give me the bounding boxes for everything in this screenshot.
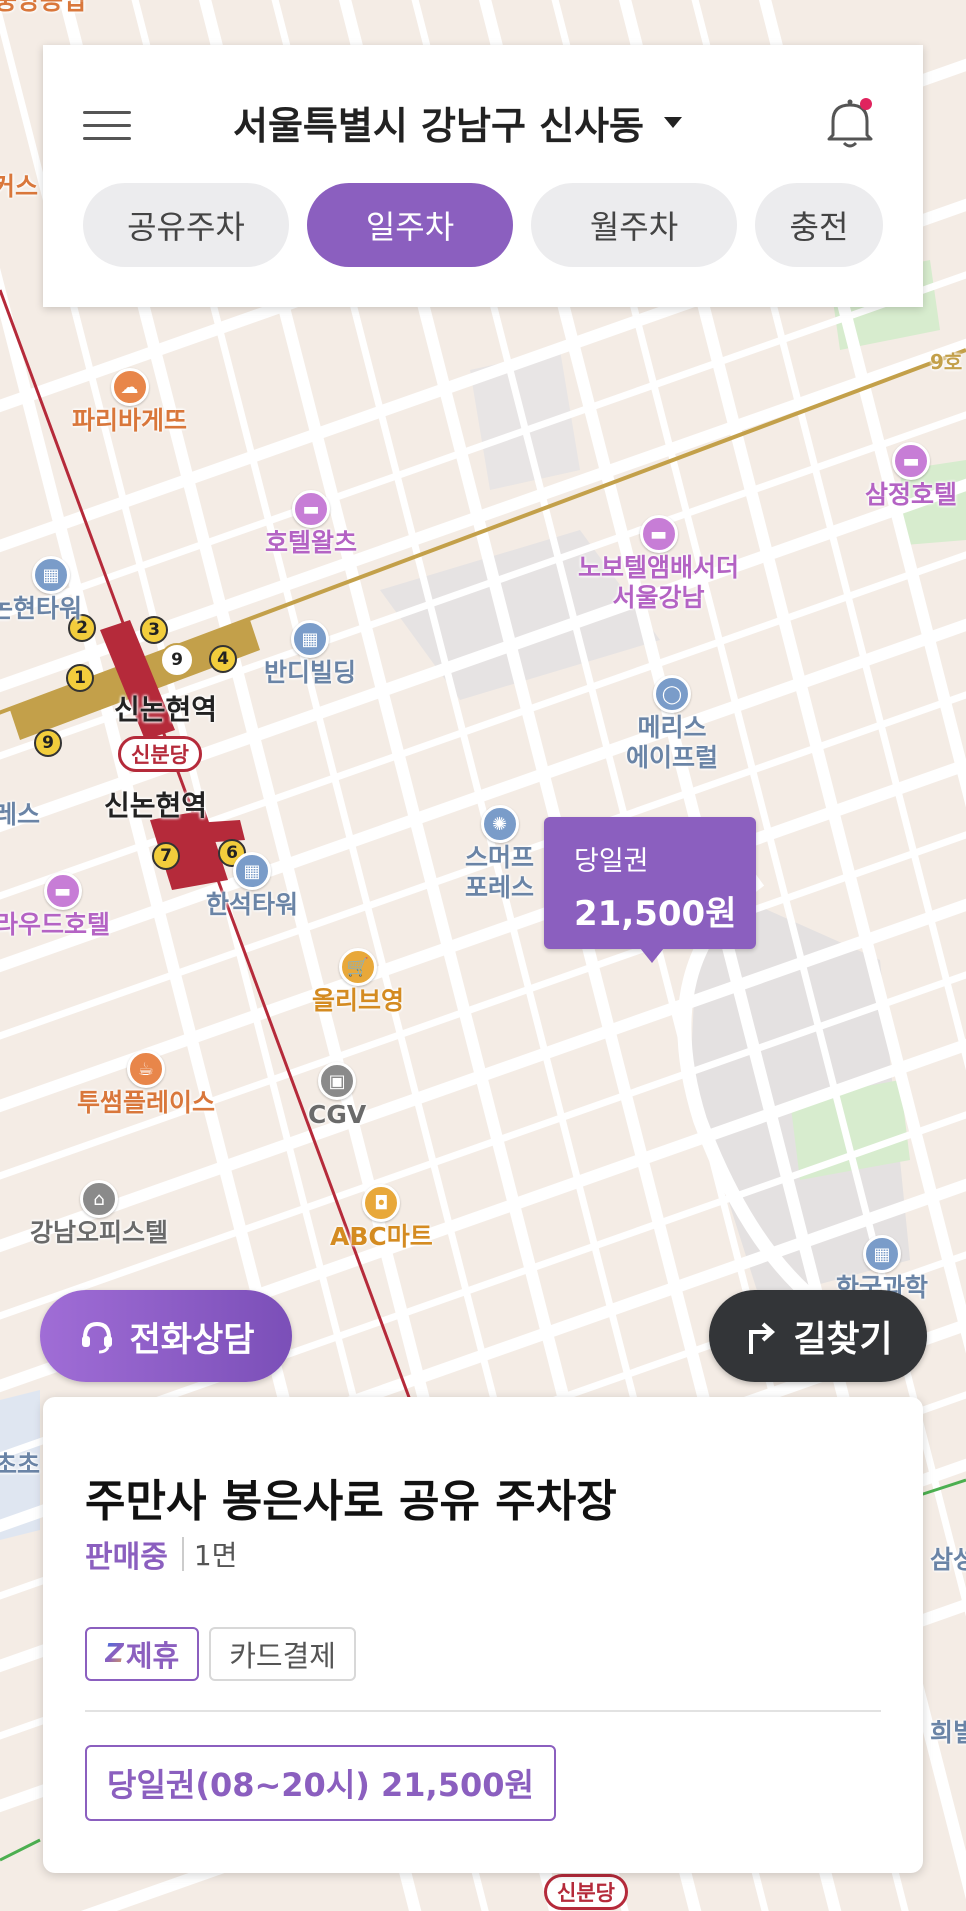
poi-novotel[interactable]: ▬ 노보텔앰배서더 서울강남 [578, 515, 739, 613]
poi-paris-baguette[interactable]: ☁ 파리바게뜨 [72, 368, 187, 436]
directions-button[interactable]: 길찾기 [709, 1290, 927, 1382]
location-selector[interactable]: 서울특별시 강남구 신사동 [233, 95, 683, 150]
poi-meris-april[interactable]: ◯ 메리스 에이프럴 [626, 675, 718, 773]
map-label-edge: 초초 [0, 1450, 41, 1479]
bakery-icon: ☁ [110, 368, 149, 406]
map-label-edge: 커스 [0, 172, 39, 201]
tag-list: Z 제휴 카드결제 [85, 1627, 356, 1681]
hotel-icon: ▬ [43, 872, 82, 910]
daily-ticket-option[interactable]: 당일권(08~20시) 21,500원 [85, 1745, 556, 1821]
poi-hanseok-tower[interactable]: ▦ 한석타워 [206, 852, 298, 920]
station-exit-badge: 7 [152, 842, 180, 870]
popcorn-icon: ▣ [318, 1062, 357, 1100]
poi-cloud-hotel[interactable]: ▬ 라우드호텔 [0, 872, 110, 940]
divider [85, 1710, 881, 1712]
parking-lot-info-card[interactable]: 주만사 봉은사로 공유 주차장 판매중 1면 Z 제휴 카드결제 당일권(08~… [43, 1397, 923, 1873]
hamburger-menu-icon[interactable] [83, 107, 131, 143]
poi-abc-mart[interactable]: ◘ ABC마트 [330, 1184, 433, 1252]
phone-consult-button[interactable]: 전화상담 [40, 1290, 292, 1382]
parking-price-marker[interactable]: 당일권 21,500원 [544, 817, 756, 963]
turn-right-arrow-icon [749, 1322, 776, 1354]
ring-icon: ◯ [653, 675, 691, 713]
status-divider [181, 1537, 184, 1571]
station-label-upper: 신논현역 [114, 693, 218, 726]
station-exit-badge: 9 [34, 729, 62, 757]
poi-samjeong-hotel[interactable]: ▬ 삼정호텔 [865, 442, 957, 510]
notification-bell-icon[interactable] [823, 95, 877, 151]
header-card: 서울특별시 강남구 신사동 공유주차 일주차 월주차 충전 [43, 45, 923, 307]
card-payment-tag: 카드결제 [209, 1627, 356, 1681]
station-exit-badge: 3 [140, 616, 168, 644]
location-text: 서울특별시 강남구 신사동 [233, 104, 645, 148]
dropdown-arrow-icon [664, 117, 683, 128]
poi-olive-young[interactable]: 🛒 올리브영 [312, 948, 404, 1016]
house-icon: ⌂ [80, 1180, 118, 1218]
station-line9-badge: 9 [160, 643, 194, 677]
poi-twosome-place[interactable]: ☕ 투썸플레이스 [77, 1050, 215, 1118]
poi-cgv[interactable]: ▣ CGV [308, 1062, 366, 1130]
hotel-icon: ▬ [639, 515, 678, 553]
status-row: 판매중 1면 [85, 1532, 237, 1576]
subway-line9-label: 9호 [930, 350, 963, 374]
poi-gangnam-officetel[interactable]: ⌂ 강남오피스텔 [30, 1180, 168, 1248]
partner-logo-icon: Z [105, 1639, 124, 1669]
parking-lot-name: 주만사 봉은사로 공유 주차장 [85, 1476, 617, 1527]
map-label-edge: 레스 [0, 800, 41, 829]
space-count: 1면 [193, 1539, 238, 1572]
parking-type-tabs: 공유주차 일주차 월주차 충전 [83, 183, 883, 267]
hotel-icon: ▬ [892, 442, 930, 480]
tab-daily-parking[interactable]: 일주차 [307, 183, 513, 267]
coffee-icon: ☕ [127, 1050, 165, 1088]
poi-nonhyeon-tower[interactable]: ▦ 논현타워 [0, 556, 82, 624]
station-exit-badge: 4 [209, 645, 237, 673]
poi-smurf-forest[interactable]: ✺ 스머프 포레스 [465, 805, 534, 903]
station-line-badge-sinbundang: 신분당 [118, 736, 202, 772]
map-label-edge: 중앙농업 [0, 0, 87, 15]
phone-consult-label: 전화상담 [129, 1319, 255, 1360]
headset-icon [82, 1321, 113, 1354]
poi-hotel-walts[interactable]: ▬ 호텔왈츠 [265, 490, 357, 558]
map-label-edge: 삼성 [930, 1545, 966, 1574]
sale-status: 판매중 [85, 1540, 168, 1575]
station-label-lower: 신논현역 [104, 789, 208, 822]
marker-ticket-kind: 당일권 [574, 846, 649, 877]
notification-dot [860, 98, 872, 110]
station-exit-badge: 1 [66, 664, 94, 692]
directions-label: 길찾기 [793, 1319, 893, 1360]
tab-monthly-parking[interactable]: 월주차 [531, 183, 737, 267]
tab-shared-parking[interactable]: 공유주차 [83, 183, 289, 267]
station-line-badge-bottom: 신분당 [544, 1874, 628, 1910]
building-icon: ▦ [233, 852, 271, 890]
building-icon: ▦ [32, 556, 70, 594]
marker-price: 21,500원 [574, 894, 737, 934]
poi-bandi-building[interactable]: ▦ 반디빌딩 [264, 620, 356, 688]
building-icon: ▦ [863, 1235, 901, 1273]
ferris-wheel-icon: ✺ [480, 805, 519, 843]
hotel-icon: ▬ [292, 490, 330, 528]
shopping-bag-icon: ◘ [362, 1184, 401, 1222]
building-icon: ▦ [291, 620, 329, 658]
map-label-edge: 희빌 [930, 1718, 966, 1747]
partner-tag: Z 제휴 [85, 1627, 200, 1681]
tab-charging[interactable]: 충전 [755, 183, 883, 267]
shopping-cart-icon: 🛒 [339, 948, 377, 986]
